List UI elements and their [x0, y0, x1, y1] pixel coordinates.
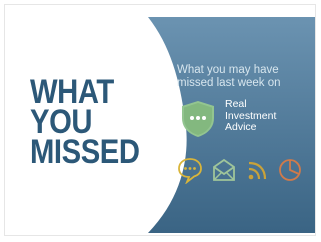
shield-logo-icon	[182, 101, 214, 137]
intro-line-2: missed last week on	[177, 77, 281, 89]
pie-chart-icon	[279, 159, 301, 181]
intro-line-1: What you may have	[177, 64, 279, 76]
what-you-missed-card: WHAT YOU MISSED What you may have missed…	[0, 0, 321, 242]
chat-bubble-icon	[178, 158, 202, 184]
headline: WHAT YOU MISSED	[30, 75, 150, 171]
headline-line-3: MISSED	[30, 133, 140, 171]
brand-line-3: Advice	[225, 121, 257, 133]
envelope-icon	[213, 158, 235, 181]
brand-name: Real Investment Advice	[225, 98, 315, 134]
rss-feed-icon	[248, 161, 267, 180]
brand-line-1: Real	[225, 98, 247, 110]
icon-row	[176, 156, 306, 190]
intro-text: What you may have missed last week on	[177, 64, 307, 90]
